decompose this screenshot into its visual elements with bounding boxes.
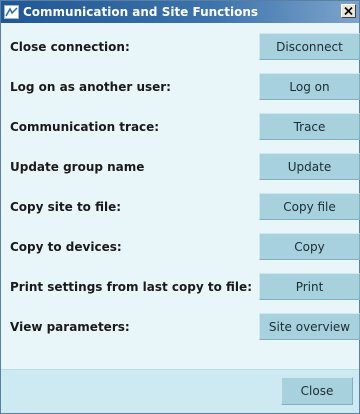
disconnect-button[interactable]: Disconnect <box>259 33 360 60</box>
row-view-parameters: View parameters: Site overview <box>1 307 360 347</box>
print-settings-label: Print settings from last copy to file: <box>10 280 252 294</box>
row-copy-site: Copy site to file: Copy file <box>1 187 360 227</box>
title-bar[interactable]: Communication and Site Functions <box>1 1 359 23</box>
row-close-connection: Close connection: Disconnect <box>1 27 360 67</box>
dialog-footer: Close <box>1 369 359 413</box>
row-copy-devices: Copy to devices: Copy <box>1 227 360 267</box>
row-update-group: Update group name Update <box>1 147 360 187</box>
copy-devices-label: Copy to devices: <box>10 240 122 254</box>
trace-button[interactable]: Trace <box>259 113 360 140</box>
row-log-on: Log on as another user: Log on <box>1 67 360 107</box>
row-communication-trace: Communication trace: Trace <box>1 107 360 147</box>
log-on-label: Log on as another user: <box>10 80 171 94</box>
close-button[interactable]: Close <box>281 377 353 405</box>
app-icon <box>4 5 19 19</box>
close-icon <box>344 7 353 15</box>
update-group-label: Update group name <box>10 160 145 174</box>
site-overview-button[interactable]: Site overview <box>259 313 360 340</box>
copy-button[interactable]: Copy <box>259 233 360 260</box>
update-button[interactable]: Update <box>259 153 360 180</box>
copy-site-label: Copy site to file: <box>10 200 122 214</box>
print-button[interactable]: Print <box>259 273 360 300</box>
window-close-button[interactable] <box>341 4 356 18</box>
close-connection-label: Close connection: <box>10 40 130 54</box>
communication-trace-label: Communication trace: <box>10 120 160 134</box>
row-print-settings: Print settings from last copy to file: P… <box>1 267 360 307</box>
view-parameters-label: View parameters: <box>10 320 130 334</box>
dialog-window: Communication and Site Functions Close c… <box>0 0 360 414</box>
window-title: Communication and Site Functions <box>23 5 259 19</box>
copy-file-button[interactable]: Copy file <box>259 193 360 220</box>
log-on-button[interactable]: Log on <box>259 73 360 100</box>
dialog-content: Close connection: Disconnect Log on as a… <box>1 23 360 413</box>
